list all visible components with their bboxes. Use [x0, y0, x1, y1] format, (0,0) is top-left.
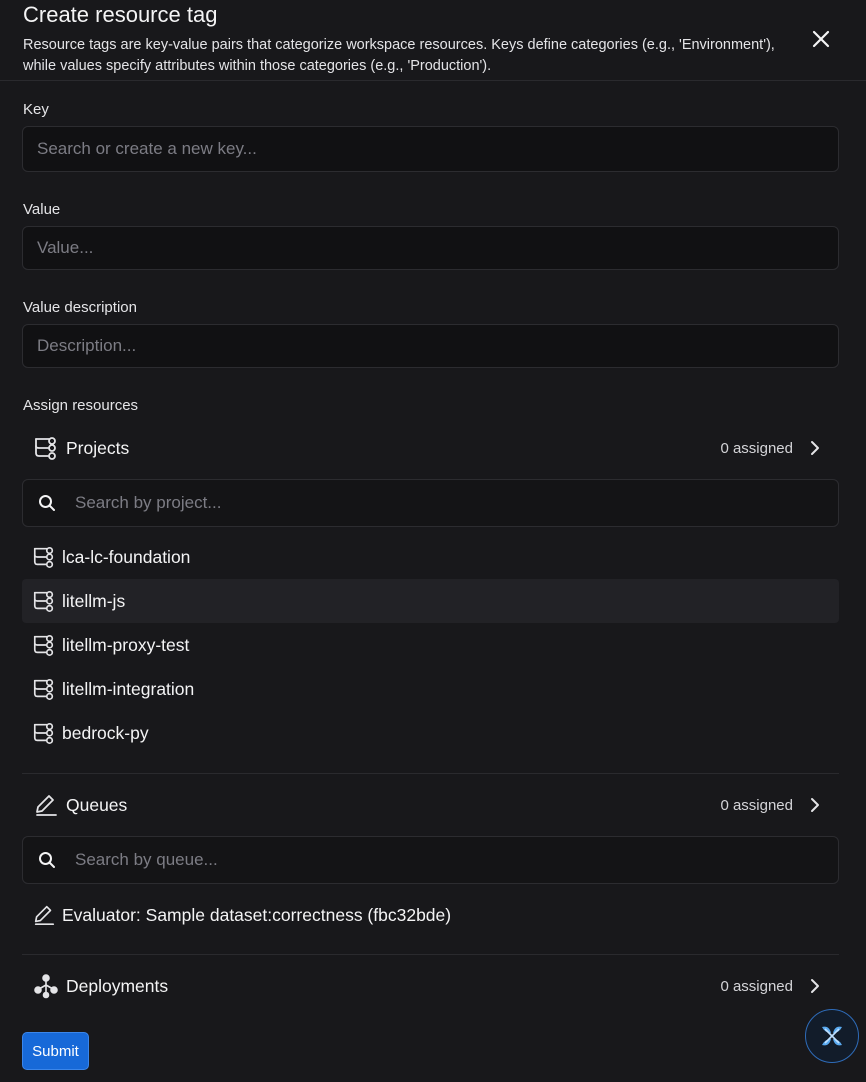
key-input[interactable] — [22, 126, 839, 172]
value-description-label: Value description — [23, 299, 137, 316]
value-description-input[interactable] — [22, 324, 839, 368]
close-icon — [812, 30, 830, 48]
project-branch-icon — [31, 720, 57, 746]
chevron-right-icon — [807, 978, 823, 994]
project-item-label: bedrock-py — [62, 722, 149, 743]
projects-section-header[interactable]: Projects 0 assigned — [22, 428, 839, 468]
queue-search — [22, 836, 839, 884]
project-item[interactable]: litellm-proxy-test — [22, 623, 839, 667]
assign-resources-heading: Assign resources — [23, 397, 139, 414]
project-item[interactable]: bedrock-py — [22, 711, 839, 755]
create-resource-tag-dialog: Create resource tag Resource tags are ke… — [0, 0, 866, 1082]
project-item-label: litellm-proxy-test — [62, 634, 190, 655]
deployments-assigned-count: 0 assigned — [720, 977, 793, 995]
key-label: Key — [23, 101, 49, 118]
chevron-right-icon — [807, 797, 823, 813]
chevron-right-icon — [807, 440, 823, 456]
project-branch-icon — [31, 632, 57, 658]
queue-item-label: Evaluator: Sample dataset:correctness (f… — [62, 904, 452, 925]
project-branch-icon — [30, 432, 62, 464]
deployments-label: Deployments — [66, 975, 169, 996]
queues-section-header[interactable]: Queues 0 assigned — [22, 785, 839, 825]
section-divider — [22, 954, 839, 955]
pen-icon — [30, 789, 62, 821]
project-item-label: litellm-integration — [62, 678, 195, 699]
project-branch-icon — [31, 588, 57, 614]
dialog-title: Create resource tag — [23, 2, 218, 27]
assistant-logo-icon — [822, 1026, 842, 1046]
dialog-description: Resource tags are key-value pairs that c… — [23, 37, 775, 74]
dialog-header: Create resource tag Resource tags are ke… — [0, 0, 866, 81]
project-item-label: litellm-js — [62, 590, 126, 611]
project-item[interactable]: litellm-integration — [22, 667, 839, 711]
project-item-label: lca-lc-foundation — [62, 546, 191, 567]
project-item[interactable]: litellm-js — [22, 579, 839, 623]
assistant-fab-button[interactable] — [805, 1009, 859, 1063]
value-input[interactable] — [22, 226, 839, 270]
submit-button[interactable]: Submit — [22, 1032, 89, 1070]
queue-item[interactable]: Evaluator: Sample dataset:correctness (f… — [22, 893, 839, 937]
projects-assigned-count: 0 assigned — [720, 439, 793, 457]
value-label: Value — [23, 201, 61, 218]
queues-assigned-count: 0 assigned — [720, 796, 793, 814]
project-search — [22, 479, 839, 527]
queues-label: Queues — [66, 794, 128, 815]
search-icon — [37, 850, 57, 870]
close-button[interactable] — [806, 24, 836, 54]
project-search-input[interactable] — [75, 493, 838, 513]
project-branch-icon — [31, 544, 57, 570]
projects-label: Projects — [66, 437, 130, 458]
deployment-nodes-icon — [30, 970, 62, 1002]
search-icon — [37, 493, 57, 513]
project-branch-icon — [31, 676, 57, 702]
deployments-section-header[interactable]: Deployments 0 assigned — [22, 966, 839, 1006]
project-item[interactable]: lca-lc-foundation — [22, 535, 839, 579]
pen-icon — [31, 902, 57, 928]
queue-search-input[interactable] — [75, 850, 838, 870]
section-divider — [22, 773, 839, 774]
